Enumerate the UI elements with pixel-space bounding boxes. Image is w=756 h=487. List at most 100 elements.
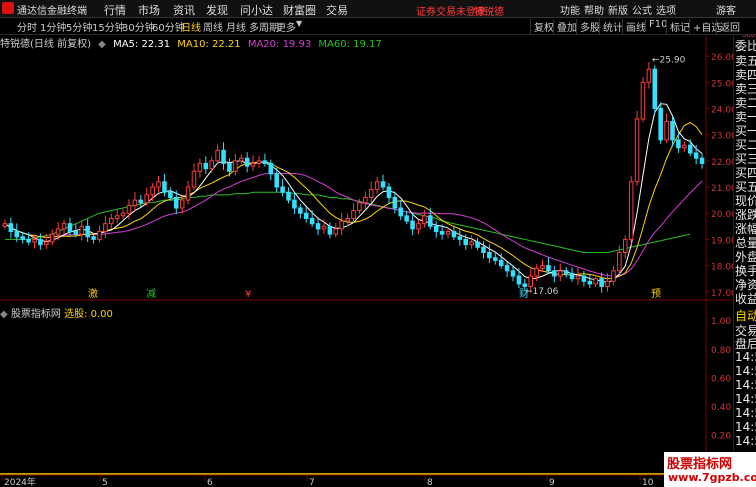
ma20-line: [4, 172, 703, 277]
period-weekly[interactable]: 周线: [203, 19, 223, 34]
candle-body: [227, 162, 232, 172]
menu-market[interactable]: 市场: [138, 2, 160, 18]
btn-back[interactable]: 返回: [716, 19, 740, 34]
x-tick-label: 8: [427, 478, 433, 487]
candle-body: [428, 215, 433, 227]
menu-options[interactable]: 选项: [656, 2, 676, 17]
menu-new-version[interactable]: 新版: [608, 2, 628, 17]
menu-market-quote[interactable]: 行情: [104, 2, 126, 18]
event-marker: 激: [88, 287, 98, 300]
menu-discover[interactable]: 发现: [206, 2, 228, 18]
candle-body: [244, 157, 250, 167]
candle-body: [315, 223, 321, 230]
candle-body: [168, 191, 173, 198]
period-60min[interactable]: 60分钟: [152, 19, 185, 34]
more-dropdown-icon[interactable]: ▼: [296, 19, 302, 28]
indicator-tick-label: 0.60: [711, 374, 731, 384]
candle-body: [546, 265, 551, 272]
candle-body: [599, 278, 604, 288]
candle-body: [268, 162, 274, 175]
candle-body: [339, 220, 344, 230]
candle-body: [162, 181, 167, 193]
btn-f10[interactable]: F10: [645, 19, 667, 30]
kline-chart[interactable]: 26.00 25.00 24.00 23.00 22.00 21.00 20.00 19.00…: [0, 35, 733, 487]
indicator-tick-label: 1.00: [711, 317, 731, 327]
menu-wealth-circle[interactable]: 财富圈: [283, 2, 316, 18]
candle-body: [292, 199, 297, 209]
candle-body: [693, 152, 699, 159]
y-tick-label: 23.00: [711, 132, 733, 142]
candle-body: [398, 207, 404, 217]
indicator-tick-label: 0.40: [711, 403, 731, 413]
candle-body: [640, 81, 646, 120]
btn-adjust[interactable]: 复权: [530, 19, 554, 34]
menu-formula[interactable]: 公式: [632, 2, 652, 17]
period-15min[interactable]: 15分钟: [92, 19, 125, 34]
btn-statistics[interactable]: 统计: [599, 19, 623, 34]
candle-body: [463, 238, 469, 246]
period-1min[interactable]: 1分钟: [40, 19, 66, 34]
period-daily[interactable]: 日线: [181, 19, 201, 34]
candle-body: [386, 186, 392, 198]
menu-help[interactable]: 帮助: [584, 2, 604, 17]
period-5min[interactable]: 5分钟: [66, 19, 92, 34]
y-tick-label: 24.00: [711, 105, 733, 115]
candle-body: [132, 199, 138, 206]
indicator-tick-label: 0.80: [711, 346, 731, 356]
candle-body: [687, 144, 693, 154]
candle-body: [498, 259, 504, 267]
indicator-settings-icon[interactable]: ◆: [0, 309, 8, 320]
event-marker: 预: [651, 288, 661, 300]
candle-body: [185, 186, 191, 201]
period-more[interactable]: 更多: [276, 19, 296, 34]
period-monthly[interactable]: 月线: [226, 19, 246, 34]
candle-body: [309, 217, 315, 225]
btn-draw-line[interactable]: 画线: [622, 19, 646, 34]
candle-body: [433, 225, 439, 233]
candle-body: [286, 191, 291, 201]
y-tick-label: 17.00: [711, 289, 733, 299]
btn-overlay[interactable]: 叠加: [553, 19, 577, 34]
menu-ask-xiaoda[interactable]: 问小达: [240, 2, 273, 18]
candle-body: [55, 228, 61, 235]
candle-body: [475, 241, 480, 248]
candle-body: [699, 157, 705, 164]
candle-body: [114, 215, 120, 219]
side-panel-item: 14:50: [735, 350, 756, 364]
btn-multi-stock[interactable]: 多股: [576, 19, 600, 34]
candle-body: [197, 162, 203, 172]
btn-mark[interactable]: 标记: [666, 19, 690, 34]
candle-body: [628, 181, 634, 240]
candle-body: [451, 231, 457, 238]
menu-functions[interactable]: 功能: [560, 2, 580, 17]
candle-body: [563, 270, 569, 274]
candle-body: [321, 225, 327, 230]
candle-body: [38, 238, 43, 246]
menu-trade[interactable]: 交易: [326, 2, 348, 18]
period-multi[interactable]: 多周期: [249, 19, 279, 34]
candle-body: [605, 280, 610, 288]
candle-body: [26, 238, 31, 243]
candle-body: [439, 231, 445, 235]
period-30min[interactable]: 30分钟: [122, 19, 155, 34]
candle-body: [49, 233, 55, 243]
top-menu-bar: 通达信金融终端 行情 市场 资讯 发现 问小达 财富圈 交易 证券交易未登录 特…: [0, 0, 756, 18]
x-tick-label: 10: [642, 478, 654, 487]
menu-news[interactable]: 资讯: [173, 2, 195, 18]
candle-body: [422, 215, 427, 225]
candle-body: [617, 251, 622, 272]
guest-user[interactable]: 游客: [716, 2, 736, 17]
y-tick-label: 22.00: [711, 158, 733, 168]
candle-body: [32, 238, 37, 243]
x-tick-label: 2024年: [4, 476, 36, 487]
x-tick-label: 7: [309, 478, 315, 487]
watermark-url: www.7gpzb.com: [668, 471, 756, 484]
candle-body: [493, 257, 498, 261]
period-toolbar: 分时 1分钟 5分钟 15分钟 30分钟 60分钟 日线 周线 月线 多周期 更…: [0, 18, 756, 35]
candle-body: [61, 223, 67, 230]
candle-body: [126, 204, 132, 214]
ma10-line: [4, 122, 703, 280]
candle-body: [156, 181, 161, 188]
candle-body: [510, 270, 516, 277]
period-intraday[interactable]: 分时: [17, 19, 37, 34]
